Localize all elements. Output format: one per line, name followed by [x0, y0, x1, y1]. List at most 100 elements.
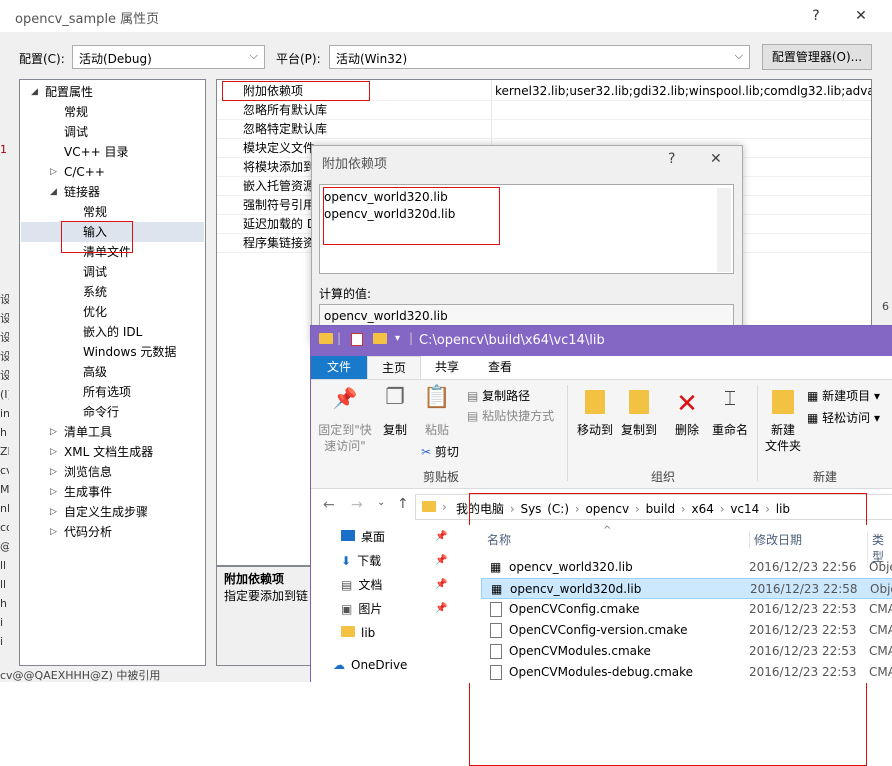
prop-row[interactable]: 忽略特定默认库 — [217, 120, 871, 139]
red-highlight-box — [323, 187, 500, 245]
column-date[interactable]: 修改日期 — [749, 531, 867, 548]
background-fragment-left-list: 设 设 设 设 设 (I) in h ZI cv Me nl co @ ll l… — [0, 293, 9, 648]
pin-icon[interactable]: 📌 — [435, 603, 447, 614]
tree-item-xml-doc-generator[interactable]: ▷ XML 文档生成器 — [50, 442, 153, 462]
dialog-close-button[interactable]: ✕ — [710, 151, 722, 167]
expanded-icon[interactable]: ◢ — [31, 82, 38, 102]
tree-item-cpp[interactable]: ▷ C/C++ — [50, 162, 105, 182]
up-arrow-icon[interactable]: ↑ — [397, 496, 409, 512]
tree-item-config-props[interactable]: ◢ 配置属性 — [31, 82, 93, 102]
back-arrow-icon[interactable]: ← — [323, 497, 335, 513]
tree-item-windows-metadata[interactable]: Windows 元数据 — [83, 342, 176, 362]
tree-item-all-options[interactable]: 所有选项 — [83, 382, 131, 402]
tree-item-vc-directories[interactable]: VC++ 目录 — [64, 142, 129, 162]
collapsed-icon[interactable]: ▷ — [50, 522, 57, 542]
description-text: 指定要添加到链 — [224, 589, 309, 603]
collapsed-icon[interactable]: ▷ — [50, 482, 57, 502]
file-row[interactable]: OpenCVModules-debug.cmake 2016/12/23 22:… — [481, 662, 892, 683]
chevron-down-icon[interactable]: ⌄ — [377, 497, 385, 508]
tree-item-linker-debugging[interactable]: 调试 — [83, 262, 107, 282]
collapsed-icon[interactable]: ▷ — [50, 462, 57, 482]
nav-item-pictures[interactable]: ▣ 图片 — [341, 597, 382, 621]
copy-button[interactable]: ❐ 复制 — [379, 387, 411, 438]
pin-icon[interactable]: 📌 — [435, 531, 447, 542]
tree-item-linker[interactable]: ◢ 链接器 — [50, 182, 100, 202]
forward-arrow-icon[interactable]: → — [351, 497, 363, 513]
tree-item-build-events[interactable]: ▷ 生成事件 — [50, 482, 112, 502]
dialog-help-button[interactable]: ? — [668, 151, 675, 167]
move-to-button[interactable]: 移动到 — [573, 390, 617, 438]
collapsed-icon[interactable]: ▷ — [50, 502, 57, 522]
ribbon: 📌 固定到"快 速访问" ❐ 复制 📋 粘贴 ▤ 复制路径 ▤ 粘贴快捷方式 ✂… — [311, 379, 892, 489]
new-item-button[interactable]: ▦ 新建项目 ▾ — [807, 388, 880, 404]
nav-item-lib[interactable]: lib — [341, 621, 375, 645]
tree-item-code-analysis[interactable]: ▷ 代码分析 — [50, 522, 112, 542]
easy-access-button[interactable]: ▦ 轻松访问 ▾ — [807, 410, 880, 426]
nav-item-desktop[interactable]: 桌面 — [341, 525, 385, 549]
tab-file[interactable]: 文件 — [311, 356, 367, 379]
file-row[interactable]: OpenCVConfig.cmake 2016/12/23 22:53 CMA — [481, 599, 892, 620]
collapsed-icon[interactable]: ▷ — [50, 422, 57, 442]
tree-item-linker-general[interactable]: 常规 — [83, 202, 107, 222]
copy-path-button[interactable]: ▤ 复制路径 — [467, 388, 530, 404]
tree-item-embedded-idl[interactable]: 嵌入的 IDL — [83, 322, 142, 342]
pin-quick-access-button[interactable]: 📌 固定到"快 速访问" — [317, 388, 373, 454]
paste-shortcut-icon: ▤ — [467, 409, 483, 423]
platform-label: 平台(P): — [276, 52, 321, 66]
rename-button[interactable]: ⌶ 重命名 — [709, 388, 751, 438]
paste-button[interactable]: 📋 粘贴 — [421, 387, 453, 438]
copy-to-button[interactable]: 复制到 — [617, 390, 661, 438]
tree-item-manifest-tool[interactable]: ▷ 清单工具 — [50, 422, 112, 442]
file-row[interactable]: ▦ opencv_world320.lib 2016/12/23 22:56 O… — [481, 557, 892, 578]
properties-icon[interactable] — [351, 333, 363, 346]
chevron-down-icon[interactable]: ▾ — [395, 333, 400, 344]
help-button[interactable]: ? — [801, 4, 831, 28]
config-combo[interactable]: 活动(Debug) ⌵ — [72, 45, 265, 69]
tab-share[interactable]: 共享 — [421, 356, 473, 379]
file-row[interactable]: OpenCVModules.cmake 2016/12/23 22:53 CMA — [481, 641, 892, 662]
new-folder-button[interactable]: 新建 文件夹 — [761, 390, 805, 454]
new-group-label: 新建 — [813, 470, 838, 484]
tab-home[interactable]: 主页 — [367, 356, 421, 379]
column-name[interactable]: 名称 — [487, 531, 747, 548]
document-icon: ▤ — [341, 578, 353, 592]
pin-icon[interactable]: 📌 — [435, 579, 447, 590]
tree-item-browse-info[interactable]: ▷ 浏览信息 — [50, 462, 112, 482]
collapsed-icon[interactable]: ▷ — [50, 442, 57, 462]
tree-item-custom-build-step[interactable]: ▷ 自定义生成步骤 — [50, 502, 148, 522]
file-explorer-window: | ▾ | C:\opencv\build\x64\vc14\lib 文件 主页… — [310, 325, 892, 766]
pin-icon[interactable]: 📌 — [435, 555, 447, 566]
paste-shortcut-button[interactable]: ▤ 粘贴快捷方式 — [467, 408, 554, 424]
deps-textarea[interactable]: opencv_world320.lib opencv_world320d.lib — [319, 184, 734, 274]
desktop-icon — [341, 530, 355, 541]
tab-view[interactable]: 查看 — [473, 356, 527, 379]
nav-item-documents[interactable]: ▤ 文档 — [341, 573, 382, 597]
file-row[interactable]: OpenCVConfig-version.cmake 2016/12/23 22… — [481, 620, 892, 641]
nav-item-downloads[interactable]: ⬇ 下载 — [341, 549, 381, 573]
cut-button[interactable]: ✂ 剪切 — [421, 444, 459, 460]
move-to-icon — [573, 390, 617, 422]
clipboard-group-label: 剪贴板 — [423, 470, 460, 484]
delete-button[interactable]: ✕ 删除 — [669, 390, 705, 438]
tree-item-system[interactable]: 系统 — [83, 282, 107, 302]
lib-icon: ▦ — [490, 560, 502, 574]
tree-item-optimization[interactable]: 优化 — [83, 302, 107, 322]
tree-item-command-line[interactable]: 命令行 — [83, 402, 119, 422]
close-button[interactable]: ✕ — [846, 4, 876, 28]
file-row-selected[interactable]: ▦ opencv_world320d.lib 2016/12/23 22:58 … — [481, 578, 892, 599]
platform-combo[interactable]: 活动(Win32) ⌵ — [329, 45, 750, 69]
textarea-scrollbar[interactable] — [717, 188, 731, 272]
navigation-pane: 桌面 ⬇ 下载 ▤ 文档 ▣ 图片 lib ☁ OneDrive 📌 📌 📌 📌 — [311, 525, 481, 683]
config-manager-button[interactable]: 配置管理器(O)... — [762, 44, 872, 70]
folder-icon — [341, 626, 355, 637]
computed-label: 计算的值: — [319, 287, 372, 301]
expanded-icon[interactable]: ◢ — [50, 182, 57, 202]
collapsed-icon[interactable]: ▷ — [50, 162, 57, 182]
prop-row[interactable]: 忽略所有默认库 — [217, 101, 871, 120]
new-item-icon: ▦ — [807, 389, 823, 403]
tree-item-debugging[interactable]: 调试 — [64, 122, 88, 142]
nav-item-onedrive[interactable]: ☁ OneDrive — [333, 653, 407, 677]
tree-item-advanced[interactable]: 高级 — [83, 362, 107, 382]
tree-item-general[interactable]: 常规 — [64, 102, 88, 122]
new-folder-icon[interactable] — [373, 333, 387, 347]
